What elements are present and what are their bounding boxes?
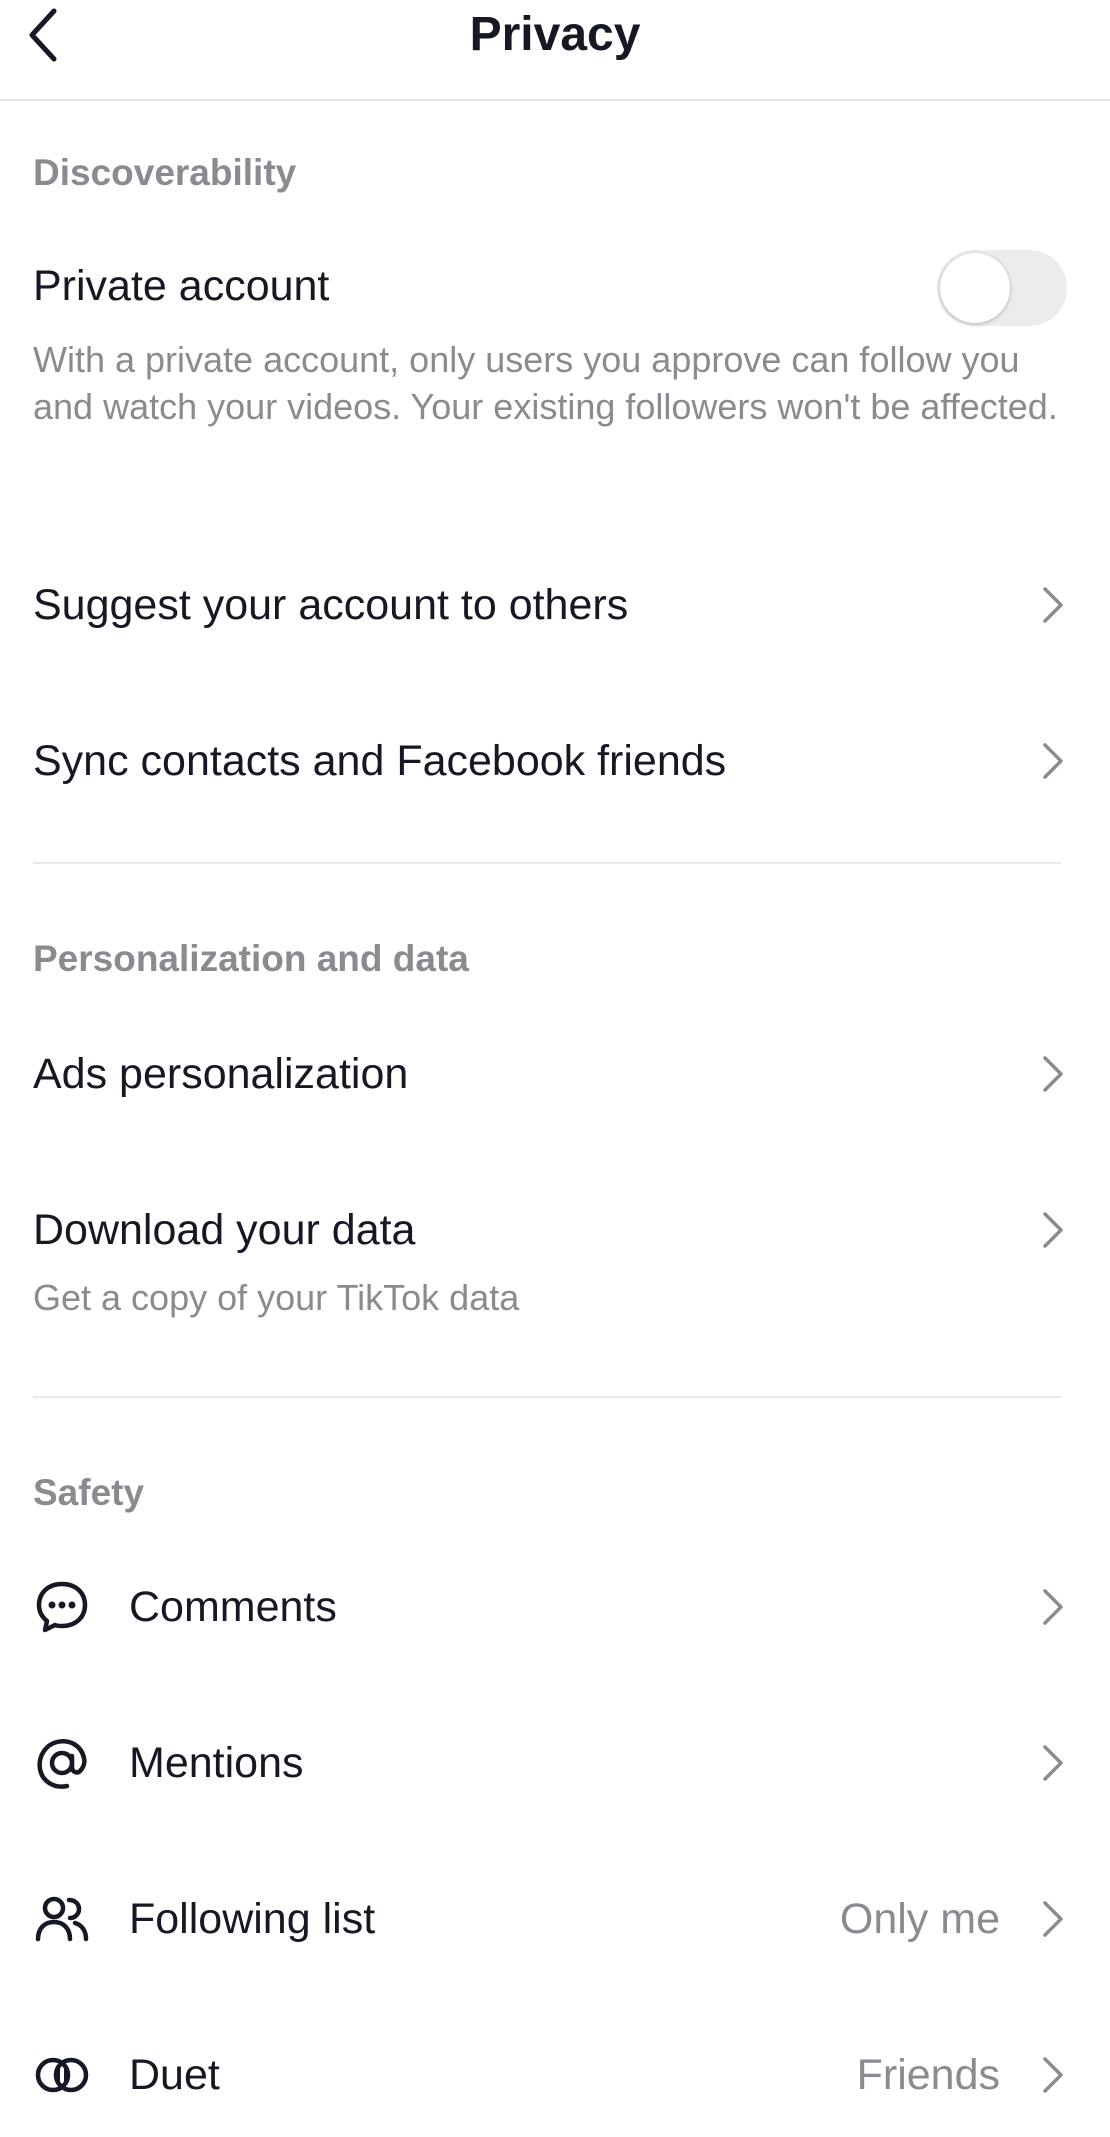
download-data-label: Download your data (33, 1206, 416, 1254)
chevron-right-icon (1043, 2057, 1063, 2093)
section-title-safety: Safety (33, 1472, 145, 1513)
people-icon (35, 1896, 89, 1942)
private-account-toggle[interactable] (937, 250, 1067, 326)
suggest-account-label: Suggest your account to others (33, 581, 629, 629)
duet-row[interactable]: Duet Friends (0, 2015, 1110, 2135)
section-divider (33, 1396, 1061, 1398)
chevron-right-icon (1043, 1745, 1063, 1781)
chevron-right-icon (1043, 1901, 1063, 1937)
chevron-right-icon (1043, 1589, 1063, 1625)
comment-bubble-icon (36, 1581, 88, 1633)
sync-contacts-label: Sync contacts and Facebook friends (33, 737, 727, 785)
section-title-discoverability: Discoverability (33, 152, 297, 193)
duet-label: Duet (129, 2051, 220, 2099)
ads-personalization-label: Ads personalization (33, 1050, 409, 1098)
ads-personalization-row[interactable]: Ads personalization (0, 1014, 1110, 1134)
section-divider (33, 862, 1061, 864)
section-title-personalization: Personalization and data (33, 938, 469, 979)
chevron-right-icon (1043, 743, 1063, 779)
download-data-row[interactable]: Download your data Get a copy of your Ti… (0, 1170, 1110, 1340)
sync-contacts-row[interactable]: Sync contacts and Facebook friends (0, 701, 1110, 821)
page-title: Privacy (469, 8, 641, 61)
comments-row[interactable]: Comments (0, 1547, 1110, 1667)
mentions-label: Mentions (129, 1739, 304, 1787)
comments-label: Comments (129, 1583, 337, 1631)
suggest-account-row[interactable]: Suggest your account to others (0, 545, 1110, 665)
duet-icon (35, 2057, 89, 2093)
private-account-label: Private account (33, 262, 330, 310)
at-sign-icon (37, 1739, 87, 1789)
following-list-row[interactable]: Following list Only me (0, 1859, 1110, 1979)
header-bar: Privacy (0, 0, 1110, 101)
duet-value: Friends (856, 2051, 1000, 2099)
private-account-description: With a private account, only users you a… (33, 339, 1058, 427)
mentions-row[interactable]: Mentions (0, 1703, 1110, 1823)
download-data-subtitle: Get a copy of your TikTok data (33, 1277, 520, 1318)
following-list-label: Following list (129, 1895, 376, 1943)
following-list-value: Only me (839, 1895, 1000, 1943)
chevron-right-icon (1043, 1056, 1063, 1092)
toggle-knob (940, 253, 1010, 323)
chevron-right-icon (1043, 587, 1063, 623)
chevron-right-icon (1043, 1212, 1063, 1248)
